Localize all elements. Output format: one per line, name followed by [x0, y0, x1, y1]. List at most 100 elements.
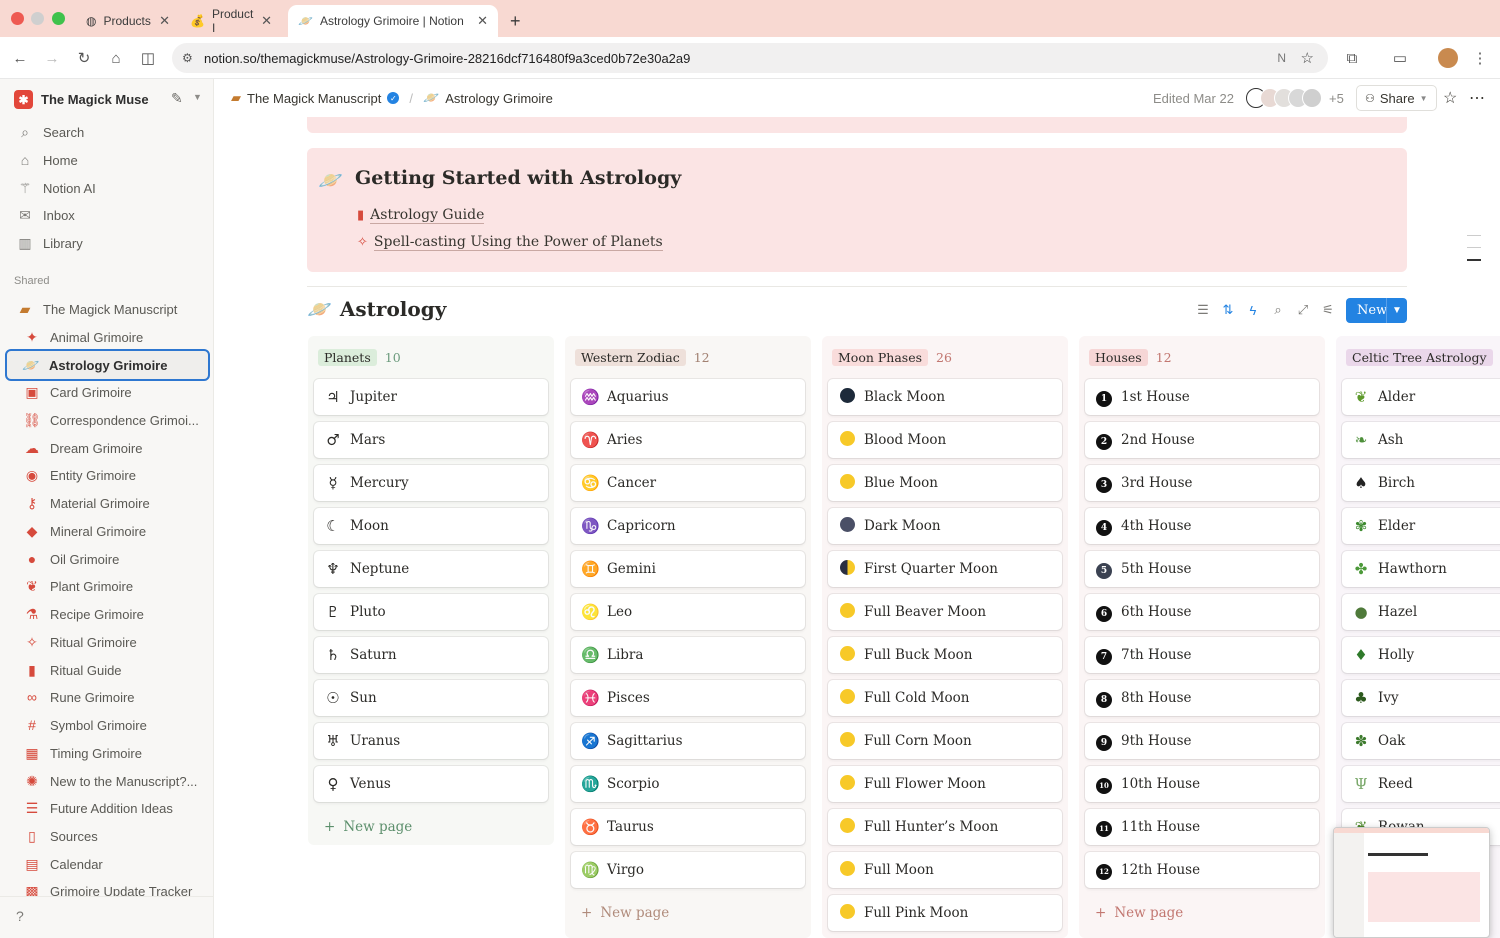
astrology-guide-link[interactable]: ▮ Astrology Guide [357, 207, 485, 224]
toc-marker[interactable] [1467, 235, 1481, 236]
close-tab-icon[interactable]: ✕ [159, 13, 170, 29]
column-header[interactable]: Planets 10 [314, 342, 548, 372]
browser-tab[interactable]: 💰 Product I ✕ [180, 5, 282, 37]
sidebar-item-mineral-grimoire[interactable]: ◆ Mineral Grimoire [8, 518, 206, 544]
back-icon[interactable]: ← [8, 46, 32, 70]
board-card[interactable]: ✾ Elder [1342, 508, 1500, 544]
board-card[interactable]: Full Cold Moon [828, 680, 1062, 716]
board-card[interactable]: ♦ Holly [1342, 637, 1500, 673]
split-view-icon[interactable]: ◫ [136, 46, 160, 70]
board-card[interactable]: ♅ Uranus [314, 723, 548, 759]
board-card[interactable]: ♈ Aries [571, 422, 805, 458]
extensions-icon[interactable]: ⧉ [1340, 46, 1364, 70]
forward-icon[interactable]: → [40, 46, 64, 70]
column-header[interactable]: Houses 12 [1085, 342, 1319, 372]
breadcrumb-current[interactable]: Astrology Grimoire [445, 91, 553, 106]
browser-tab-active[interactable]: 🪐 Astrology Grimoire | Notion ✕ [288, 5, 498, 37]
board-card[interactable]: ♣ Ivy [1342, 680, 1500, 716]
board-card[interactable]: ☾ Moon [314, 508, 548, 544]
sidebar-item-correspondence-grimoire[interactable]: ⛓ Correspondence Grimoi... [8, 407, 206, 433]
toc-marker[interactable] [1467, 259, 1481, 261]
sidebar-item-material-grimoire[interactable]: ⚷ Material Grimoire [8, 490, 206, 516]
sidebar-item-notion-ai[interactable]: ⚚ Notion AI [8, 175, 206, 201]
help-icon[interactable]: ? [16, 908, 24, 924]
sidebar-item-dream-grimoire[interactable]: ☁ Dream Grimoire [8, 435, 206, 461]
board-card[interactable]: 5 5th House [1085, 551, 1319, 587]
board-card[interactable]: ♠ Birch [1342, 465, 1500, 501]
sidebar-item-new-to-manuscript[interactable]: ✺ New to the Manuscript?... [8, 768, 206, 794]
sidebar-item-search[interactable]: ⌕ Search [8, 119, 206, 145]
column-header[interactable]: Western Zodiac 12 [571, 342, 805, 372]
new-tab-button[interactable]: + [500, 5, 531, 37]
page-preview-thumbnail[interactable] [1333, 827, 1490, 938]
search-icon[interactable]: ⌕ [1268, 300, 1288, 320]
board-card[interactable]: ♐ Sagittarius [571, 723, 805, 759]
board-card[interactable]: Full Corn Moon [828, 723, 1062, 759]
board-card[interactable]: ♓ Pisces [571, 680, 805, 716]
board-card[interactable]: ♌ Leo [571, 594, 805, 630]
close-tab-icon[interactable]: ✕ [261, 13, 272, 29]
board-card[interactable]: ● Hazel [1342, 594, 1500, 630]
board-card[interactable]: ♊ Gemini [571, 551, 805, 587]
sidebar-item-library[interactable]: ▥ Library [8, 230, 206, 256]
sidebar-item-sources[interactable]: ▯ Sources [8, 823, 206, 849]
sidebar-item-symbol-grimoire[interactable]: # Symbol Grimoire [8, 712, 206, 738]
board-card[interactable]: Ψ Reed [1342, 766, 1500, 802]
more-collaborators-count[interactable]: +5 [1329, 91, 1344, 106]
notion-extension-icon[interactable]: N [1277, 51, 1286, 65]
board-card[interactable]: ☿ Mercury [314, 465, 548, 501]
board-card[interactable]: ♑ Capricorn [571, 508, 805, 544]
toc-marker[interactable] [1467, 247, 1481, 248]
board-card[interactable]: 3 3rd House [1085, 465, 1319, 501]
board-card[interactable]: ♍ Virgo [571, 852, 805, 888]
board-card[interactable]: 2 2nd House [1085, 422, 1319, 458]
expand-icon[interactable]: ⤢ [1293, 300, 1313, 320]
board-card[interactable]: ♀ Venus [314, 766, 548, 802]
board-card[interactable]: 4 4th House [1085, 508, 1319, 544]
board-card[interactable]: Full Moon [828, 852, 1062, 888]
sidebar-item-future-addition-ideas[interactable]: ☰ Future Addition Ideas [8, 795, 206, 821]
sidebar-item-entity-grimoire[interactable]: ◉ Entity Grimoire [8, 462, 206, 488]
close-tab-icon[interactable]: ✕ [477, 13, 488, 29]
board-card[interactable]: 6 6th House [1085, 594, 1319, 630]
column-header[interactable]: Celtic Tree Astrology 13 [1342, 342, 1500, 372]
site-info-icon[interactable]: ⚙ [182, 51, 193, 65]
board-card[interactable]: Black Moon [828, 379, 1062, 415]
chevron-down-icon[interactable]: ▼ [193, 92, 202, 102]
sidebar-item-rune-grimoire[interactable]: ∞ Rune Grimoire [8, 684, 206, 710]
sidebar-item-ritual-guide[interactable]: ▮ Ritual Guide [8, 657, 206, 683]
new-page-compose-icon[interactable]: ✎ [171, 90, 183, 107]
board-card[interactable]: 8 8th House [1085, 680, 1319, 716]
board-card[interactable]: ☉ Sun [314, 680, 548, 716]
sidebar-item-manuscript[interactable]: ▰ The Magick Manuscript [8, 296, 206, 322]
bookmark-star-icon[interactable]: ☆ [1301, 49, 1314, 67]
board-card[interactable]: Full Beaver Moon [828, 594, 1062, 630]
more-options-icon[interactable]: ⋯ [1469, 88, 1486, 108]
close-window-button[interactable] [11, 12, 24, 25]
board-card[interactable]: Blood Moon [828, 422, 1062, 458]
browser-menu-icon[interactable]: ⋮ [1468, 46, 1492, 70]
board-card[interactable]: ♄ Saturn [314, 637, 548, 673]
edited-timestamp[interactable]: Edited Mar 22 [1153, 91, 1234, 106]
sidebar-item-recipe-grimoire[interactable]: ⚗ Recipe Grimoire [8, 601, 206, 627]
maximize-window-button[interactable] [52, 12, 65, 25]
board-card[interactable]: ♃ Jupiter [314, 379, 548, 415]
board-card[interactable]: 7 7th House [1085, 637, 1319, 673]
board-card[interactable]: First Quarter Moon [828, 551, 1062, 587]
board-card[interactable]: Full Flower Moon [828, 766, 1062, 802]
sidebar-item-astrology-grimoire[interactable]: 🪐 Astrology Grimoire [5, 349, 210, 381]
sidebar-item-plant-grimoire[interactable]: ❦ Plant Grimoire [8, 573, 206, 599]
collaborator-avatars[interactable] [1246, 88, 1322, 108]
board-card[interactable]: ♎ Libra [571, 637, 805, 673]
automation-bolt-icon[interactable]: ϟ [1243, 300, 1263, 320]
sidebar-item-animal-grimoire[interactable]: ✦ Animal Grimoire [8, 324, 206, 350]
board-card[interactable]: ♉ Taurus [571, 809, 805, 845]
minimize-window-button[interactable] [31, 12, 44, 25]
board-card[interactable]: 10 10th House [1085, 766, 1319, 802]
column-header[interactable]: Moon Phases 26 [828, 342, 1062, 372]
filter-icon[interactable]: ☰ [1193, 300, 1213, 320]
board-card[interactable]: ♋ Cancer [571, 465, 805, 501]
board-card[interactable]: ♏ Scorpio [571, 766, 805, 802]
board-card[interactable]: ♆ Neptune [314, 551, 548, 587]
board-card[interactable]: ♇ Pluto [314, 594, 548, 630]
